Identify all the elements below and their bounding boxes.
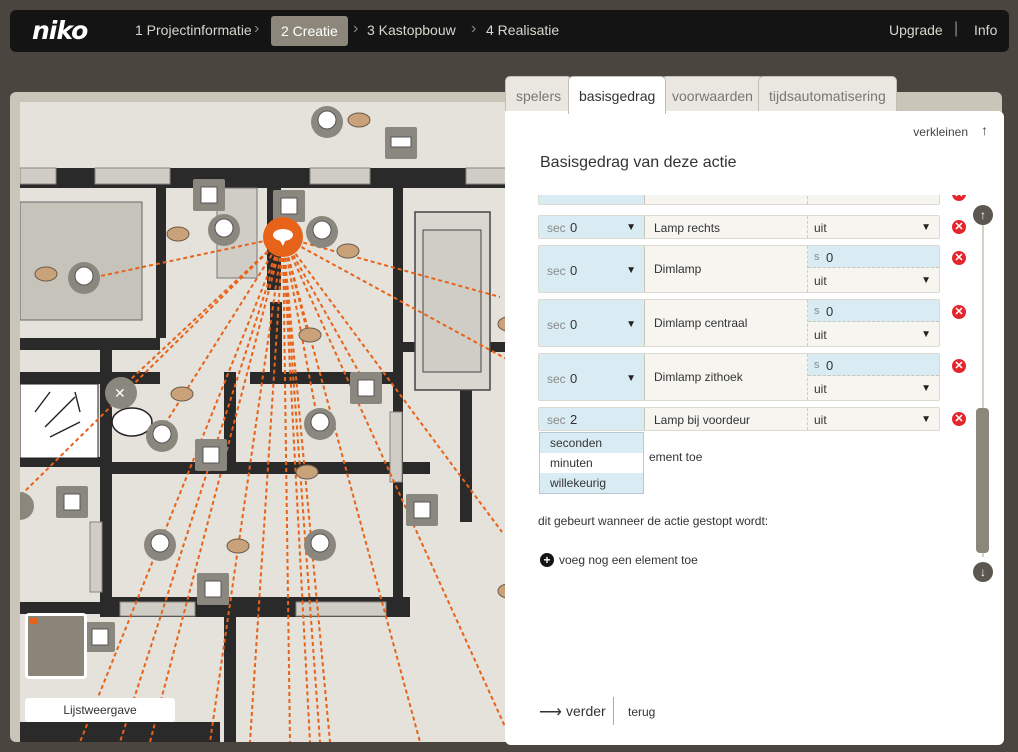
delay-select[interactable]: sec 0 ▼ [539,354,645,400]
element-name: Dimlamp centraal [654,316,748,330]
floorplan-minimap[interactable] [25,613,87,679]
element-row: sec 2 Lamp bij voordeur uit ▼ [538,407,940,431]
delay-select[interactable]: sec 2 [539,408,645,430]
dim-speed-input[interactable]: s 0 [808,354,939,376]
element-rows-list: ✕ sec 0 ▼ Lamp rechts uit ▼ ✕ sec 0 ▼ Di… [538,195,968,555]
element-row: sec 0 ▼ Lamp rechts uit ▼ [538,215,940,239]
tab-tijdsautomatisering[interactable]: tijdsautomatisering [758,76,897,112]
element-name: Dimlamp [654,262,702,276]
caret-down-icon: ▼ [626,319,636,330]
delay-select[interactable]: sec 0 ▼ [539,246,645,292]
element-row-partial [538,195,940,205]
tab-basisgedrag[interactable]: basisgedrag [568,76,667,114]
floorplan-canvas[interactable]: ✕ [20,102,512,742]
tab-voorwaarden[interactable]: voorwaarden [661,76,764,112]
element-name: Lamp rechts [654,221,721,235]
caret-down-icon: ▼ [626,265,636,276]
caret-down-icon: ▼ [921,329,931,340]
delay-select[interactable]: sec 0 ▼ [539,300,645,346]
caret-down-icon: ▼ [921,222,931,233]
step-creatie[interactable]: 2 Creatie [271,16,348,46]
dropdown-option-willekeurig[interactable]: willekeurig [540,473,643,493]
tab-spelers[interactable]: spelers [505,76,573,112]
element-name: Lamp bij voordeur [654,413,751,427]
add-element-link[interactable]: voeg nog een element toe [559,553,698,567]
list-view-button[interactable]: Lijstweergave [25,698,175,722]
top-navigation-bar: niko 1 Projectinformatie › 2 Creatie › 3… [10,10,1009,52]
niko-logo[interactable]: niko [32,16,88,45]
delete-icon[interactable]: ✕ [952,195,966,201]
delete-icon[interactable]: ✕ [952,220,966,234]
info-link[interactable]: Info [974,22,997,38]
delay-select[interactable] [539,195,645,204]
state-select[interactable]: uit ▼ [807,216,939,238]
step-kastopbouw[interactable]: 3 Kastopbouw [367,22,456,38]
state-select[interactable]: uit ▼ [808,268,939,292]
delete-icon[interactable]: ✕ [952,251,966,265]
upgrade-link[interactable]: Upgrade [889,22,943,38]
nav-separator: | [954,20,959,37]
step-realisatie[interactable]: 4 Realisatie [486,22,559,38]
caret-down-icon: ▼ [626,373,636,384]
arrow-up-icon[interactable]: ↑ [981,122,988,138]
minimap-viewport-marker [30,618,38,624]
caret-down-icon: ▼ [626,222,636,233]
dim-speed-input[interactable]: s 0 [808,246,939,268]
panel-title: Basisgedrag van deze actie [540,154,737,171]
add-element-link-partial[interactable]: ement toe [649,450,702,464]
dim-speed-input[interactable]: s 0 [808,300,939,322]
state-select[interactable]: uit ▼ [808,322,939,346]
arrow-right-icon[interactable]: ⟶ [539,702,562,722]
element-row: sec 0 ▼ Dimlamp s 0 uit ▼ [538,245,940,293]
shrink-panel-button[interactable]: verkleinen [913,125,968,139]
caret-down-icon: ▼ [921,275,931,286]
footer-divider [613,697,614,725]
delay-select[interactable]: sec 0 ▼ [539,216,645,238]
dim-state-group: s 0 uit ▼ [807,354,939,400]
scroll-up-icon[interactable]: ↑ [973,205,993,225]
dim-state-group: s 0 uit ▼ [807,300,939,346]
scrollbar-thumb[interactable] [976,408,989,553]
chevron-right-icon: › [353,20,359,37]
floorplan-drawing: ✕ [20,106,512,742]
plus-circle-icon[interactable]: + [540,553,554,567]
delete-icon[interactable]: ✕ [952,359,966,373]
state-select[interactable]: uit ▼ [808,376,939,400]
back-button[interactable]: terug [628,705,655,719]
chevron-right-icon: › [471,20,477,37]
svg-text:✕: ✕ [114,386,126,402]
chevron-right-icon: › [254,20,260,37]
delay-unit-dropdown: seconden minuten willekeurig [539,432,644,494]
dropdown-option-seconden[interactable]: seconden [540,433,643,453]
caret-down-icon: ▼ [921,383,931,394]
scroll-down-icon[interactable]: ↓ [973,562,993,582]
step-projectinformatie[interactable]: 1 Projectinformatie [135,22,252,38]
dim-state-group: s 0 uit ▼ [807,246,939,292]
delete-icon[interactable]: ✕ [952,412,966,426]
action-behaviour-panel: verkleinen ↑ Basisgedrag van deze actie … [505,111,1004,745]
element-row: sec 0 ▼ Dimlamp centraal s 0 uit ▼ [538,299,940,347]
element-name: Dimlamp zithoek [654,370,743,384]
stopped-section-label: dit gebeurt wanneer de actie gestopt wor… [538,514,769,528]
dropdown-option-minuten[interactable]: minuten [540,453,643,473]
caret-down-icon: ▼ [921,414,931,425]
delete-icon[interactable]: ✕ [952,305,966,319]
next-button[interactable]: verder [566,703,606,719]
element-row: sec 0 ▼ Dimlamp zithoek s 0 uit ▼ [538,353,940,401]
state-select[interactable] [807,195,939,204]
state-select[interactable]: uit ▼ [807,408,939,430]
